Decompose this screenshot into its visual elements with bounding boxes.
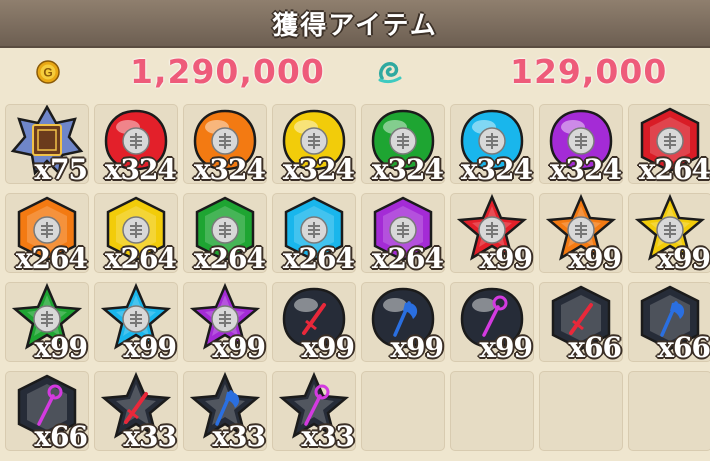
item-quantity: x324 <box>104 153 177 186</box>
item-slot[interactable]: x264 <box>628 104 710 186</box>
item-quantity: x99 <box>301 331 355 364</box>
item-quantity: x264 <box>193 242 266 275</box>
empty-item-slot <box>450 371 534 451</box>
item-slot[interactable]: x264 <box>5 193 89 275</box>
spirit-amount: 129,000 <box>510 52 668 91</box>
item-quantity: x324 <box>460 153 533 186</box>
item-quantity: x264 <box>104 242 177 275</box>
title-bar: 獲得アイテム <box>0 0 710 48</box>
item-quantity: x264 <box>638 153 710 186</box>
item-slot[interactable]: x264 <box>94 193 178 275</box>
item-quantity: x264 <box>371 242 444 275</box>
window-title: 獲得アイテム <box>272 10 438 41</box>
item-slot[interactable]: x324 <box>272 104 356 186</box>
item-slot[interactable]: x75 <box>5 104 89 186</box>
item-quantity: x324 <box>282 153 355 186</box>
item-slot[interactable]: x99 <box>539 193 623 275</box>
item-slot[interactable]: x99 <box>5 282 89 364</box>
item-quantity: x324 <box>371 153 444 186</box>
item-slot[interactable]: x324 <box>94 104 178 186</box>
item-slot[interactable]: x99 <box>183 282 267 364</box>
item-slot[interactable]: x66 <box>539 282 623 364</box>
item-slot[interactable]: x66 <box>628 282 710 364</box>
gold-amount: 1,290,000 <box>130 52 325 91</box>
item-grid: x75 x324 x324 x324 x324 x324 x324 x264 x… <box>0 104 710 461</box>
item-quantity: x264 <box>282 242 355 275</box>
item-quantity: x99 <box>657 242 710 275</box>
item-slot[interactable]: x264 <box>361 193 445 275</box>
item-slot[interactable]: x33 <box>183 371 267 453</box>
item-slot[interactable]: x264 <box>183 193 267 275</box>
item-quantity: x75 <box>34 153 88 186</box>
item-slot[interactable]: x99 <box>450 193 534 275</box>
item-slot[interactable]: x66 <box>5 371 89 453</box>
item-slot[interactable]: x99 <box>628 193 710 275</box>
currency-row: G 1,290,000 129,000 <box>0 48 710 96</box>
item-quantity: x99 <box>479 331 533 364</box>
svg-text:G: G <box>43 66 52 80</box>
item-slot[interactable]: x33 <box>272 371 356 453</box>
item-quantity: x66 <box>34 420 88 453</box>
gold-coin-icon: G <box>36 60 60 84</box>
item-slot[interactable]: x324 <box>539 104 623 186</box>
item-quantity: x99 <box>212 331 266 364</box>
item-slot[interactable]: x99 <box>272 282 356 364</box>
item-slot[interactable]: x324 <box>450 104 534 186</box>
item-quantity: x66 <box>657 331 710 364</box>
item-slot[interactable]: x99 <box>361 282 445 364</box>
item-quantity: x99 <box>34 331 88 364</box>
item-slot[interactable]: x99 <box>450 282 534 364</box>
empty-item-slot <box>361 371 445 451</box>
item-quantity: x66 <box>568 331 622 364</box>
item-quantity: x264 <box>15 242 88 275</box>
item-quantity: x33 <box>301 420 355 453</box>
item-quantity: x99 <box>479 242 533 275</box>
item-quantity: x33 <box>212 420 266 453</box>
spirit-swirl-icon <box>378 62 402 84</box>
item-slot[interactable]: x264 <box>272 193 356 275</box>
item-slot[interactable]: x324 <box>183 104 267 186</box>
item-quantity: x33 <box>123 420 177 453</box>
empty-item-slot <box>628 371 710 451</box>
item-slot[interactable]: x324 <box>361 104 445 186</box>
item-quantity: x99 <box>123 331 177 364</box>
item-slot[interactable]: x99 <box>94 282 178 364</box>
item-slot[interactable]: x33 <box>94 371 178 453</box>
item-quantity: x324 <box>193 153 266 186</box>
empty-item-slot <box>539 371 623 451</box>
item-quantity: x99 <box>390 331 444 364</box>
item-quantity: x99 <box>568 242 622 275</box>
item-quantity: x324 <box>549 153 622 186</box>
